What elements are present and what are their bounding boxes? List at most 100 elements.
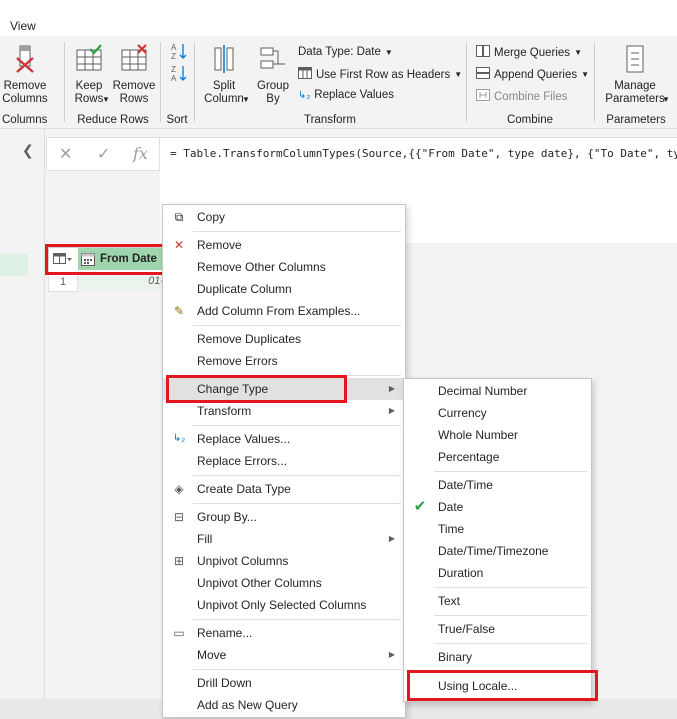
- group-by-icon: [252, 44, 294, 78]
- submenu-item-duration[interactable]: Duration: [404, 562, 591, 584]
- rename-icon: ▭: [173, 626, 185, 640]
- split-column-caret-icon: ▼: [242, 95, 250, 104]
- submenu-item-currency[interactable]: Currency: [404, 402, 591, 424]
- menu-item-label: Remove Other Columns: [197, 260, 326, 274]
- submenu-item-whole-number[interactable]: Whole Number: [404, 424, 591, 446]
- use-first-row-label: Use First Row as Headers: [316, 68, 451, 81]
- menu-item-remove[interactable]: ✕ Remove: [163, 234, 405, 256]
- merge-queries-icon: [476, 45, 490, 60]
- svg-text:A: A: [171, 43, 177, 52]
- menu-item-replace-errors[interactable]: Replace Errors...: [163, 450, 405, 472]
- menu-item-label: Move: [197, 648, 227, 662]
- submenu-item-decimal-number[interactable]: Decimal Number: [404, 380, 591, 402]
- submenu-item-true-false[interactable]: True/False: [404, 618, 591, 640]
- menu-item-remove-other-columns[interactable]: Remove Other Columns: [163, 256, 405, 278]
- merge-queries-label: Merge Queries: [494, 46, 571, 59]
- menu-item-unpivot-only-selected[interactable]: Unpivot Only Selected Columns: [163, 594, 405, 616]
- highlight-change-type: [166, 375, 347, 403]
- submenu-item-date-time-timezone[interactable]: Date/Time/Timezone: [404, 540, 591, 562]
- remove-columns-button[interactable]: Remove Columns: [2, 44, 48, 106]
- menu-item-unpivot-columns[interactable]: ⊞ Unpivot Columns: [163, 550, 405, 572]
- submenu-item-binary[interactable]: Binary: [404, 646, 591, 668]
- menu-item-add-column-from-examples[interactable]: ✎ Add Column From Examples...: [163, 300, 405, 322]
- menu-item-label: Unpivot Only Selected Columns: [197, 598, 367, 612]
- use-first-row-button[interactable]: Use First Row as Headers ▼: [298, 67, 462, 82]
- menu-item-label: Create Data Type: [197, 482, 291, 496]
- chevron-left-icon[interactable]: ❮: [22, 142, 34, 159]
- menu-item-label: Transform: [197, 404, 252, 418]
- menu-item-duplicate-column[interactable]: Duplicate Column: [163, 278, 405, 300]
- close-icon[interactable]: ✕: [59, 144, 72, 164]
- split-column-label: Split Column: [204, 80, 244, 105]
- menu-item-label: Fill: [197, 532, 213, 546]
- split-column-button[interactable]: Split Column: [200, 44, 248, 106]
- combine-files-button[interactable]: Combine Files: [476, 89, 568, 104]
- manage-parameters-button[interactable]: Manage Parameters: [600, 44, 670, 106]
- fx-icon[interactable]: fx: [133, 144, 148, 163]
- menu-item-rename[interactable]: ▭ Rename...: [163, 622, 405, 644]
- data-type-caret-icon: ▼: [384, 47, 393, 57]
- menu-item-label: Add as New Query: [197, 698, 298, 712]
- row-number: 1: [48, 272, 78, 292]
- manage-parameters-icon: [600, 44, 670, 78]
- menu-item-replace-values[interactable]: ↳₂ Replace Values...: [163, 428, 405, 450]
- submenu-item-label: Binary: [438, 650, 473, 664]
- checkmark-icon: ✔: [413, 498, 427, 515]
- menu-item-label: Drill Down: [197, 676, 252, 690]
- menu-item-remove-errors[interactable]: Remove Errors: [163, 350, 405, 372]
- menu-separator: [193, 231, 401, 232]
- remove-rows-button[interactable]: Remove Rows: [112, 44, 156, 106]
- svg-text:Z: Z: [171, 65, 176, 74]
- replace-values-button[interactable]: ↳₂ Replace Values: [298, 89, 394, 101]
- svg-text:A: A: [171, 74, 177, 82]
- submenu-item-time[interactable]: Time: [404, 518, 591, 540]
- menu-item-group-by[interactable]: ⊟ Group By...: [163, 506, 405, 528]
- submenu-item-label: True/False: [438, 622, 495, 636]
- data-type-icon: ◈: [174, 482, 184, 496]
- group-by-button[interactable]: Group By: [252, 44, 294, 106]
- chevron-right-icon: ▶: [388, 534, 395, 543]
- menu-item-label: Unpivot Other Columns: [197, 576, 322, 590]
- remove-rows-label: Remove Rows: [112, 80, 156, 105]
- submenu-item-label: Date: [438, 500, 464, 514]
- menu-item-remove-duplicates[interactable]: Remove Duplicates: [163, 328, 405, 350]
- menu-item-label: Rename...: [197, 626, 253, 640]
- sort-descending-icon[interactable]: Z A: [170, 64, 188, 85]
- menu-item-fill[interactable]: Fill ▶: [163, 528, 405, 550]
- group-label-transform: Transform: [304, 114, 356, 126]
- formula-bar-controls: ✕ ✓ fx: [46, 137, 160, 171]
- submenu-item-date-time[interactable]: Date/Time: [404, 474, 591, 496]
- menu-item-copy[interactable]: ⧉ Copy: [163, 206, 405, 228]
- menu-item-add-as-new-query[interactable]: Add as New Query: [163, 694, 405, 716]
- ribbon: Remove Columns Columns Keep Rows ▼ Remov…: [0, 36, 677, 129]
- submenu-item-percentage[interactable]: Percentage: [404, 446, 591, 468]
- menu-item-transform[interactable]: Transform ▶: [163, 400, 405, 422]
- menu-separator: [434, 587, 587, 588]
- group-by-icon: ⊟: [173, 510, 185, 524]
- sort-ascending-icon[interactable]: A Z: [170, 42, 188, 63]
- menu-item-create-data-type[interactable]: ◈ Create Data Type: [163, 478, 405, 500]
- merge-queries-button[interactable]: Merge Queries ▼: [476, 45, 582, 60]
- checkmark-icon[interactable]: ✓: [97, 144, 110, 164]
- menu-item-unpivot-other-columns[interactable]: Unpivot Other Columns: [163, 572, 405, 594]
- menu-item-label: Replace Errors...: [197, 454, 288, 468]
- group-separator: [194, 42, 195, 122]
- submenu-item-text[interactable]: Text: [404, 590, 591, 612]
- menu-item-label: Copy: [197, 210, 226, 224]
- data-type-dropdown[interactable]: Data Type: Date ▼: [298, 46, 393, 58]
- group-separator: [594, 42, 595, 122]
- menu-item-drill-down[interactable]: Drill Down: [163, 672, 405, 694]
- submenu-item-date[interactable]: ✔ Date: [404, 496, 591, 518]
- manage-parameters-label: Manage Parameters: [605, 80, 665, 105]
- submenu-item-label: Currency: [438, 406, 487, 420]
- submenu-item-label: Decimal Number: [438, 384, 528, 398]
- menu-item-move[interactable]: Move ▶: [163, 644, 405, 666]
- manage-parameters-caret-icon: ▼: [662, 95, 670, 104]
- append-queries-button[interactable]: Append Queries ▼: [476, 67, 589, 82]
- tab-view[interactable]: View: [10, 19, 36, 33]
- append-queries-label: Append Queries: [494, 68, 578, 81]
- submenu-item-label: Whole Number: [438, 428, 519, 442]
- data-type-label: Data Type: Date: [298, 46, 381, 58]
- formula-text[interactable]: = Table.TransformColumnTypes(Source,{{"F…: [170, 147, 677, 160]
- group-label-columns: Columns: [2, 114, 48, 126]
